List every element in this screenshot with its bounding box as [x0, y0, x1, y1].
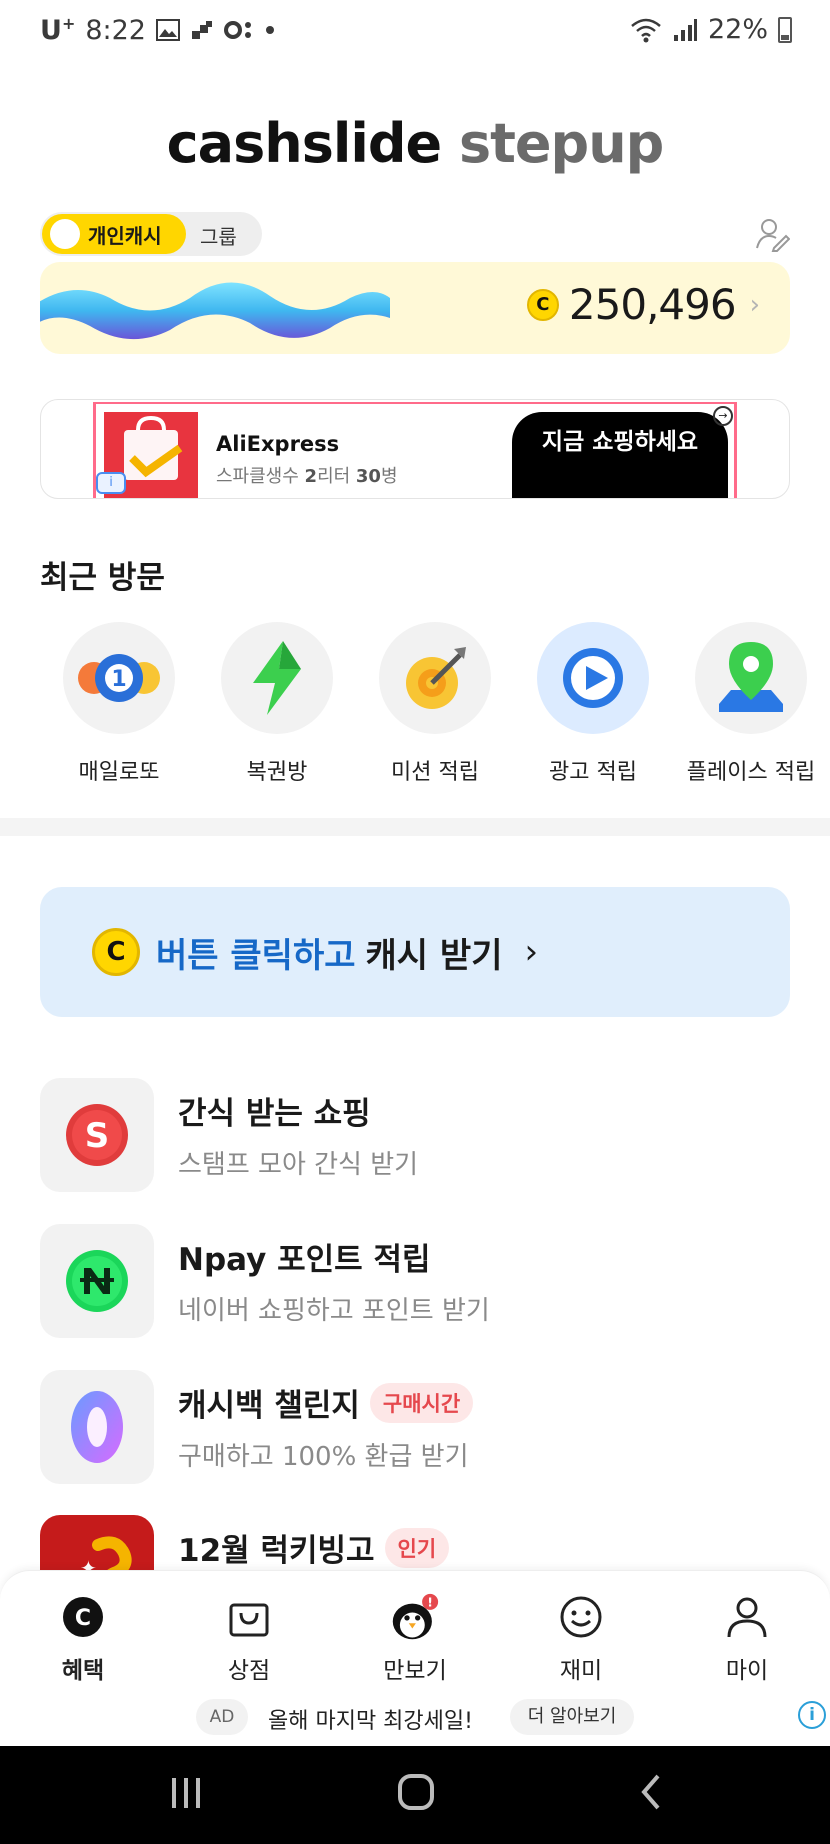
nav-fun[interactable]: 재미: [498, 1593, 664, 1685]
ad-info-icon[interactable]: i: [96, 472, 126, 494]
feature-snack-shopping[interactable]: S 간식 받는 쇼핑 스탬프 모아 간식 받기: [40, 1078, 790, 1194]
cash-balance-card[interactable]: C 250,496 ›: [40, 262, 790, 354]
feature-title: 12월 럭키빙고 인기: [178, 1525, 450, 1570]
recent-item-place[interactable]: 플레이스 적립: [672, 622, 830, 786]
feature-cashback-challenge[interactable]: 캐시백 챌린지 구매시간 구매하고 100% 환급 받기: [40, 1370, 790, 1486]
svg-text:S: S: [85, 1116, 110, 1156]
nav-my[interactable]: 마이: [664, 1593, 830, 1685]
feature-npay-points[interactable]: Npay 포인트 적립 네이버 쇼핑하고 포인트 받기: [40, 1224, 790, 1340]
blurred-username: [40, 282, 390, 339]
steps-icon: [191, 21, 212, 39]
svg-text:1: 1: [111, 667, 126, 692]
feature-subtitle: 네이버 쇼핑하고 포인트 받기: [178, 1296, 490, 1326]
toggle-personal[interactable]: 개인캐시: [42, 214, 186, 254]
recent-item-lotto[interactable]: 1 매일로또: [40, 622, 198, 786]
svg-text:!: !: [427, 1594, 433, 1609]
battery-icon: [778, 16, 792, 43]
banner-highlight-text: 버튼 클릭하고: [156, 935, 356, 976]
feature-subtitle: 구매하고 100% 환급 받기: [178, 1442, 469, 1472]
lotto-ball-icon: 1: [78, 654, 160, 702]
toggle-group[interactable]: 그룹: [200, 221, 237, 250]
feature-title: Npay 포인트 적립: [178, 1242, 431, 1278]
feature-title: 캐시백 챌린지 구매시간: [178, 1380, 474, 1425]
nav-benefits[interactable]: C 혜택: [0, 1593, 166, 1685]
target-icon: [406, 647, 466, 709]
recent-visits-list: 1 매일로또 복권방 미션 적립 광고 적립 플레이스 적립: [40, 622, 830, 786]
recent-item-lottery-shop[interactable]: 복권방: [198, 622, 356, 786]
toggle-personal-label: 개인캐시: [88, 223, 162, 248]
info-icon[interactable]: i: [798, 1701, 826, 1729]
lightning-icon: [253, 641, 301, 715]
recent-item-mission[interactable]: 미션 적립: [356, 622, 514, 786]
gallery-icon: [155, 19, 180, 41]
bottom-navigation: C 혜택 상점 ! 만보기 재미 마이 AD 올해 마지막 최강세일! 더 알아…: [0, 1570, 830, 1746]
zero-icon: [71, 1391, 123, 1463]
dot-icon: [265, 26, 274, 34]
app-logo: cashslide stepup: [166, 112, 665, 175]
ad-close-icon[interactable]: →: [713, 406, 733, 426]
profile-edit-icon[interactable]: [754, 216, 790, 252]
npay-icon: [66, 1250, 128, 1312]
shopping-bag-icon: [229, 1603, 269, 1637]
clock: 8:22: [85, 14, 146, 46]
feature-title: 간식 받는 쇼핑: [178, 1096, 371, 1132]
nav-shop[interactable]: 상점: [166, 1593, 332, 1685]
recent-visits-title: 최근 방문: [40, 560, 165, 596]
svg-text:C: C: [75, 1606, 91, 1631]
recent-item-ad-reward[interactable]: 광고 적립: [514, 622, 672, 786]
toggle-knob: [50, 219, 80, 249]
click-for-cash-banner[interactable]: C 버튼 클릭하고 캐시 받기 ›: [40, 887, 790, 1017]
smile-icon: [560, 1596, 602, 1638]
chevron-right-icon: ›: [524, 932, 539, 972]
battery-percent: 22%: [707, 14, 768, 45]
wifi-icon: [631, 18, 661, 42]
status-badge: 인기: [384, 1527, 450, 1568]
penguin-icon: !: [392, 1593, 439, 1640]
recent-apps-icon[interactable]: [168, 1772, 204, 1812]
learn-more-button[interactable]: 더 알아보기: [510, 1699, 634, 1735]
cash-coin-icon: C: [526, 288, 559, 321]
ad-subtitle: 스파클생수 2리터 30병: [216, 466, 398, 487]
chevron-right-icon: ›: [749, 289, 760, 320]
carrier-label: U+: [40, 14, 76, 46]
person-icon: [727, 1597, 767, 1638]
cash-coin-icon: C: [92, 928, 140, 976]
map-pin-icon: [719, 642, 783, 712]
nav-pedometer[interactable]: ! 만보기: [332, 1593, 498, 1685]
signal-icon: [673, 18, 697, 41]
cash-mode-toggle[interactable]: 개인캐시 그룹: [40, 212, 262, 256]
bottom-ad-strip[interactable]: AD 올해 마지막 최강세일! 더 알아보기 i: [0, 1699, 830, 1739]
feature-subtitle: 스탬프 모아 간식 받기: [178, 1150, 419, 1180]
ad-title: AliExpress: [216, 432, 340, 456]
play-icon: [563, 648, 623, 708]
link-icon: [223, 21, 251, 39]
s-coin-icon: S: [66, 1104, 128, 1166]
home-icon[interactable]: [396, 1772, 436, 1812]
ad-text[interactable]: 올해 마지막 최강세일!: [268, 1703, 473, 1735]
system-navigation-bar: [0, 1746, 830, 1844]
ad-banner[interactable]: AliExpress 스파클생수 2리터 30병 지금 쇼핑하세요 i →: [40, 399, 790, 499]
ad-cta-button[interactable]: 지금 쇼핑하세요: [512, 412, 728, 498]
cash-amount: 250,496: [568, 280, 737, 329]
c-coin-icon: C: [63, 1597, 103, 1637]
banner-text: 캐시 받기: [365, 935, 503, 976]
section-divider: [0, 818, 830, 836]
ad-tag: AD: [196, 1699, 248, 1735]
status-badge: 구매시간: [369, 1382, 474, 1423]
back-icon[interactable]: [636, 1772, 666, 1812]
status-bar: U+ 8:22 22%: [0, 0, 830, 60]
